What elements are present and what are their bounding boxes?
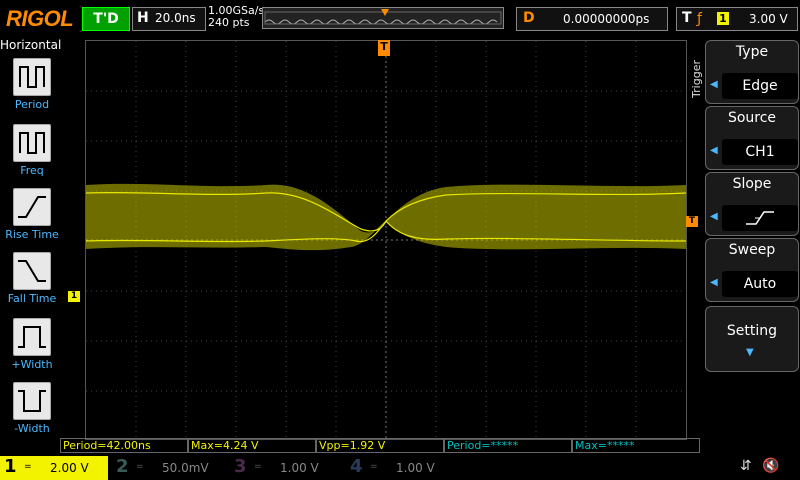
channel-bar: 1 = 2.00 V 2 = 50.0mV 3 = 1.00 V 4 = 1.0… <box>0 456 800 480</box>
ch2-coupling-icon: = <box>136 462 144 472</box>
rising-edge-icon: ƒ <box>697 11 702 27</box>
ch1-coupling-icon: = <box>24 462 32 472</box>
ch3-tab[interactable]: 3 = 1.00 V <box>230 456 342 480</box>
measure-rise-time-button[interactable]: Rise Time <box>4 188 60 241</box>
left-arrow-icon: ◀ <box>710 277 718 288</box>
timebase-value: 20.0ns <box>155 11 196 25</box>
ch3-scale: 1.00 V <box>280 461 319 475</box>
measurement-period[interactable]: Period=42.00ns <box>60 438 188 453</box>
left-arrow-icon: ◀ <box>710 211 718 222</box>
top-status-bar: RIGOL T'D H 20.0ns 1.00GSa/s 240 pts D 0… <box>0 0 800 36</box>
ch3-number: 3 <box>234 456 247 477</box>
trigger-type-value: Edge <box>722 73 798 99</box>
waveform-svg <box>85 41 687 439</box>
ch1-offset-marker[interactable]: 1 <box>68 291 80 302</box>
ch4-tab[interactable]: 4 = 1.00 V <box>346 456 458 480</box>
measure-period-label: Period <box>14 98 50 111</box>
trigger-slope-value <box>722 205 798 231</box>
trigger-source-button[interactable]: Source ◀ CH1 <box>705 106 799 170</box>
trigger-source-value: CH1 <box>722 139 798 165</box>
trigger-level-marker[interactable]: T <box>686 216 698 227</box>
measurement-max[interactable]: Max=4.24 V <box>188 438 316 453</box>
measurement-bar: Period=42.00ns Max=4.24 V Vpp=1.92 V Per… <box>60 438 700 453</box>
period-icon <box>13 58 51 96</box>
measurement-max-2[interactable]: Max=***** <box>572 438 700 453</box>
usb-icon: ⇵ <box>740 458 752 474</box>
points: 240 pts <box>208 16 250 29</box>
measure-fall-time-label: Fall Time <box>7 292 57 305</box>
run-state-badge[interactable]: T'D <box>82 7 130 31</box>
left-arrow-icon: ◀ <box>710 145 718 156</box>
trigger-setting-title: Setting <box>726 323 778 339</box>
ch4-scale: 1.00 V <box>396 461 435 475</box>
ch2-number: 2 <box>116 456 129 477</box>
rise-time-icon <box>13 188 51 226</box>
down-arrow-icon: ▼ <box>746 347 754 358</box>
neg-width-icon <box>13 382 51 420</box>
ch2-scale: 50.0mV <box>162 461 209 475</box>
delay-key: D <box>523 10 535 26</box>
trigger-time-marker[interactable]: T <box>378 40 390 56</box>
trigger-source-badge: 1 <box>717 12 729 25</box>
mute-speaker-icon[interactable]: 🔇 <box>762 458 779 474</box>
measure-pos-width-button[interactable]: +Width <box>4 318 60 371</box>
sample-info: 1.00GSa/s 240 pts <box>208 5 264 29</box>
measure-freq-label: Freq <box>20 164 44 177</box>
ch1-scale: 2.00 V <box>50 461 89 475</box>
ch2-tab[interactable]: 2 = 50.0mV <box>112 456 222 480</box>
ch4-number: 4 <box>350 456 363 477</box>
measurement-period-2[interactable]: Period=***** <box>444 438 572 453</box>
measure-pos-width-label: +Width <box>11 358 53 371</box>
fall-time-icon <box>13 252 51 290</box>
trigger-sweep-title: Sweep <box>728 242 776 258</box>
measure-period-button[interactable]: Period <box>4 58 60 111</box>
horizontal-key: H <box>137 10 149 26</box>
freq-icon <box>13 124 51 162</box>
left-panel-title: Horizontal <box>0 38 62 52</box>
measure-fall-time-button[interactable]: Fall Time <box>4 252 60 305</box>
measure-freq-button[interactable]: Freq <box>4 124 60 177</box>
measure-neg-width-button[interactable]: -Width <box>4 382 60 435</box>
measure-rise-time-label: Rise Time <box>5 228 59 241</box>
trigger-sweep-value: Auto <box>722 271 798 297</box>
ch1-tab[interactable]: 1 = 2.00 V <box>0 456 108 480</box>
trigger-slope-title: Slope <box>732 176 772 192</box>
timebase-box[interactable]: H 20.0ns <box>132 7 206 31</box>
ch3-coupling-icon: = <box>254 462 262 472</box>
measurement-vpp[interactable]: Vpp=1.92 V <box>316 438 444 453</box>
trigger-slope-button[interactable]: Slope ◀ <box>705 172 799 236</box>
left-arrow-icon: ◀ <box>710 79 718 90</box>
trigger-menu-label: Trigger <box>690 60 703 98</box>
ch4-coupling-icon: = <box>370 462 378 472</box>
trigger-type-button[interactable]: Type ◀ Edge <box>705 40 799 104</box>
brand-logo: RIGOL <box>6 6 74 31</box>
trigger-key: T <box>682 10 692 26</box>
waveform-display[interactable] <box>85 40 687 440</box>
delay-box[interactable]: D 0.00000000ps <box>516 7 668 31</box>
memory-track-svg <box>264 9 502 25</box>
delay-value: 0.00000000ps <box>563 12 650 26</box>
measure-neg-width-label: -Width <box>14 422 50 435</box>
trigger-level-value: 3.00 V <box>749 12 788 26</box>
pos-width-icon <box>13 318 51 356</box>
memory-track-bar[interactable] <box>262 7 504 29</box>
trigger-sweep-button[interactable]: Sweep ◀ Auto <box>705 238 799 302</box>
ch1-number: 1 <box>4 456 17 477</box>
trigger-type-title: Type <box>735 44 769 60</box>
rising-slope-icon <box>746 211 774 225</box>
trigger-source-title: Source <box>727 110 777 126</box>
trigger-box[interactable]: T ƒ 1 3.00 V <box>676 7 798 31</box>
trigger-setting-button[interactable]: Setting ▼ <box>705 306 799 372</box>
